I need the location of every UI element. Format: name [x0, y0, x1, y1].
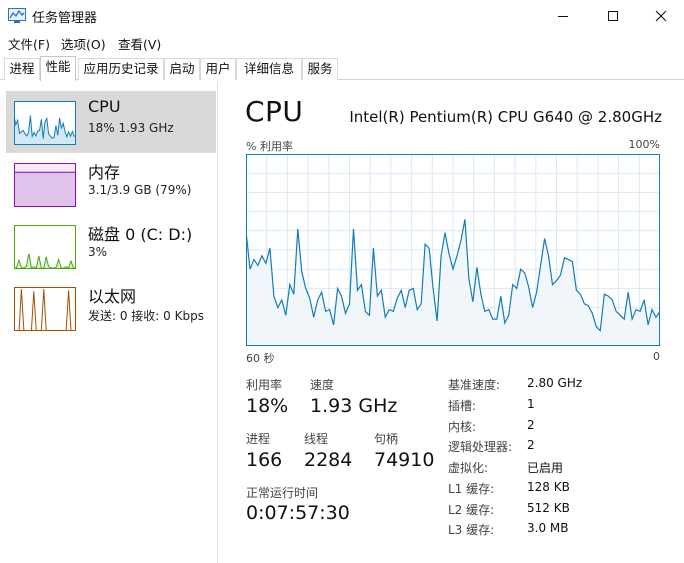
- thumbnail-area: [14, 172, 76, 207]
- tab-details[interactable]: 详细信息: [236, 58, 302, 80]
- cpu-thumbnail-graph: [14, 101, 76, 145]
- tab-users[interactable]: 用户: [200, 58, 236, 80]
- menu-file[interactable]: 文件(F): [8, 34, 50, 53]
- resource-detail: 3%: [88, 245, 108, 259]
- maximize-icon: [608, 11, 618, 21]
- cores-value: 2: [527, 418, 535, 432]
- l3-cache-value: 3.0 MB: [527, 521, 569, 535]
- menu-options[interactable]: 选项(O): [61, 34, 106, 53]
- window-title: 任务管理器: [32, 11, 98, 26]
- handles-value: 74910: [374, 449, 435, 471]
- resource-name: CPU: [88, 97, 121, 116]
- resource-detail: 3.1/3.9 GB (79%): [88, 183, 192, 197]
- task-manager-icon: [8, 8, 26, 23]
- sockets-value: 1: [527, 397, 535, 411]
- graph-time-start: 60 秒: [246, 352, 275, 365]
- menu-bar: 文件(F) 选项(O) 查看(V): [0, 32, 684, 54]
- resource-list: CPU 18% 1.93 GHz 内存 3.1/3.9 GB (79%) 磁盘 …: [0, 81, 218, 563]
- sockets-label: 插槽:: [448, 399, 477, 413]
- resource-item-cpu[interactable]: CPU 18% 1.93 GHz: [6, 91, 216, 153]
- memory-thumbnail-graph: [14, 163, 76, 207]
- disk-thumbnail-graph: [14, 225, 76, 269]
- l1-cache-label: L1 缓存:: [448, 482, 495, 496]
- speed-label: 速度: [310, 378, 335, 392]
- resource-item-disk[interactable]: 磁盘 0 (C: D:) 3%: [6, 215, 216, 277]
- page-title: CPU: [245, 95, 304, 128]
- l2-cache-label: L2 缓存:: [448, 503, 495, 517]
- threads-label: 线程: [304, 432, 329, 446]
- threads-value: 2284: [304, 449, 353, 471]
- processes-label: 进程: [246, 432, 271, 446]
- title-bar: 任务管理器: [0, 0, 684, 32]
- close-icon: [655, 10, 667, 22]
- base-speed-value: 2.80 GHz: [527, 376, 583, 390]
- resource-detail: 发送: 0 接收: 0 Kbps: [88, 309, 204, 323]
- cores-label: 内核:: [448, 420, 477, 434]
- virtualization-label: 虚拟化:: [448, 461, 489, 475]
- uptime-value: 0:07:57:30: [246, 502, 350, 524]
- resource-item-ethernet[interactable]: 以太网 发送: 0 接收: 0 Kbps: [6, 277, 216, 339]
- cpu-utilization-graph: [246, 154, 660, 346]
- tab-services[interactable]: 服务: [302, 58, 338, 80]
- utilization-label: 利用率: [246, 378, 283, 392]
- close-button[interactable]: [638, 0, 684, 32]
- menu-view[interactable]: 查看(V): [118, 34, 161, 53]
- resource-name: 磁盘 0 (C: D:): [88, 225, 193, 244]
- graph-axis-max: 100%: [628, 138, 660, 151]
- logical-processors-label: 逻辑处理器:: [448, 440, 513, 454]
- virtualization-value: 已启用: [527, 461, 564, 475]
- base-speed-label: 基准速度:: [448, 378, 501, 392]
- cpu-model-name: Intel(R) Pentium(R) CPU G640 @ 2.80GHz: [349, 108, 662, 126]
- l3-cache-label: L3 缓存:: [448, 523, 495, 537]
- resource-name: 内存: [88, 163, 121, 182]
- l1-cache-value: 128 KB: [527, 480, 570, 494]
- maximize-button[interactable]: [590, 0, 636, 32]
- tab-bar: 进程 性能 应用历史记录 启动 用户 详细信息 服务: [0, 56, 684, 81]
- resource-detail: 18% 1.93 GHz: [88, 121, 174, 135]
- resource-item-memory[interactable]: 内存 3.1/3.9 GB (79%): [6, 153, 216, 215]
- speed-value: 1.93 GHz: [310, 395, 398, 417]
- uptime-label: 正常运行时间: [246, 486, 319, 500]
- processes-value: 166: [246, 449, 283, 471]
- graph-axis-label: % 利用率: [246, 140, 293, 153]
- minimize-button[interactable]: [540, 0, 586, 32]
- handles-label: 句柄: [374, 432, 399, 446]
- tab-performance[interactable]: 性能: [40, 56, 76, 81]
- tab-startup[interactable]: 启动: [164, 58, 200, 80]
- tab-processes[interactable]: 进程: [4, 58, 40, 80]
- tab-app-history[interactable]: 应用历史记录: [78, 58, 164, 80]
- l2-cache-value: 512 KB: [527, 501, 570, 515]
- graph-time-end: 0: [653, 350, 660, 363]
- logical-processors-value: 2: [527, 438, 535, 452]
- utilization-value: 18%: [246, 395, 289, 417]
- ethernet-thumbnail-graph: [14, 287, 76, 331]
- minimize-icon: [558, 16, 568, 17]
- resource-name: 以太网: [88, 287, 137, 306]
